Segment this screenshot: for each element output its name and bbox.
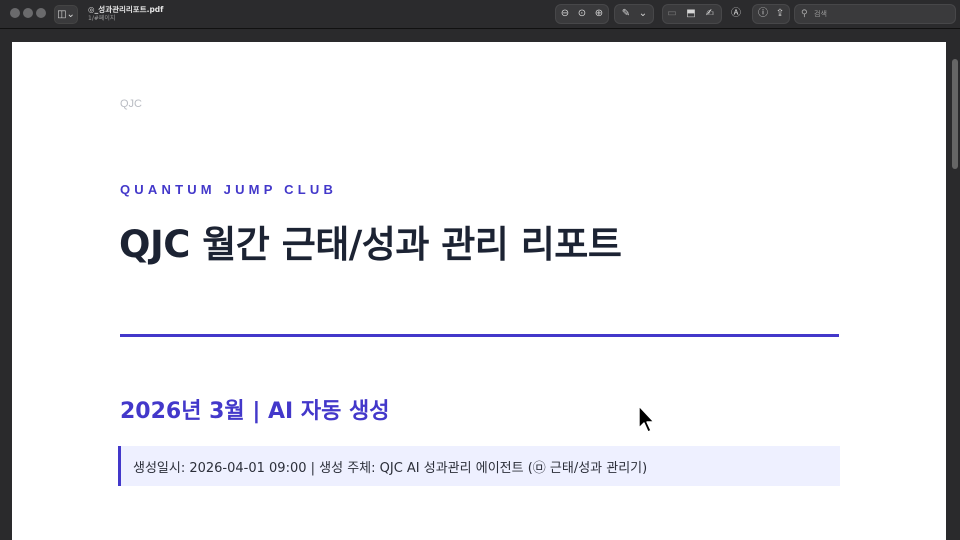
annotate-icon: Ⓐ xyxy=(731,8,741,19)
sign-icon[interactable]: ✍ xyxy=(702,5,718,23)
running-header: QJC xyxy=(120,98,142,110)
share-icon[interactable]: ⇪ xyxy=(772,5,788,23)
search-field[interactable]: ⚲ 검색 xyxy=(794,4,956,24)
zoom-in-icon[interactable]: ⊕ xyxy=(591,5,607,23)
search-placeholder: 검색 xyxy=(814,10,827,18)
sidebar-toggle-button[interactable]: ◫⌄ xyxy=(54,5,78,24)
preview-window: ◫⌄ ◎_성과관리리포트.pdf 1/#페이지 ⊖ ⊙ ⊕ ✎ ⌄ ▭ ⬒ ✍ … xyxy=(0,0,960,540)
zoom-controls: ⊖ ⊙ ⊕ xyxy=(555,4,609,24)
sidebar-icon: ◫⌄ xyxy=(57,9,75,20)
toolbar: ◫⌄ ◎_성과관리리포트.pdf 1/#페이지 ⊖ ⊙ ⊕ ✎ ⌄ ▭ ⬒ ✍ … xyxy=(0,0,960,29)
crop-icon[interactable]: ▭ xyxy=(664,5,680,23)
vertical-scrollbar[interactable] xyxy=(952,59,958,169)
zoom-window-button[interactable] xyxy=(36,8,46,18)
markup-pen-icon[interactable]: ✎ xyxy=(618,5,634,23)
document-title: QJC 월간 근태/성과 관리 리포트 xyxy=(119,223,622,266)
mouse-cursor-icon xyxy=(638,405,655,433)
info-share-controls: ⓘ ⇪ xyxy=(752,4,790,24)
callout-text: 생성일시: 2026-04-01 09:00 | 생성 주체: QJC AI 성… xyxy=(133,461,648,476)
edit-controls: ▭ ⬒ ✍ xyxy=(662,4,722,24)
club-eyebrow: QUANTUM JUMP CLUB xyxy=(120,182,338,197)
rotate-icon[interactable]: ⬒ xyxy=(683,5,699,23)
close-window-button[interactable] xyxy=(10,8,20,18)
info-icon[interactable]: ⓘ xyxy=(755,5,771,23)
document-canvas[interactable]: QJC QUANTUM JUMP CLUB QJC 월간 근태/성과 관리 리포… xyxy=(0,29,960,540)
search-icon: ⚲ xyxy=(801,9,808,19)
markup-controls: ✎ ⌄ xyxy=(614,4,654,24)
zoom-out-icon[interactable]: ⊖ xyxy=(557,5,573,23)
minimize-window-button[interactable] xyxy=(23,8,33,18)
pdf-page: QJC QUANTUM JUMP CLUB QJC 월간 근태/성과 관리 리포… xyxy=(12,42,946,540)
chevron-down-icon[interactable]: ⌄ xyxy=(635,5,651,23)
title-divider xyxy=(120,334,839,337)
window-subtitle: 1/#페이지 xyxy=(88,15,116,22)
generation-info-callout: 생성일시: 2026-04-01 09:00 | 생성 주체: QJC AI 성… xyxy=(118,446,840,486)
annotate-button[interactable]: Ⓐ xyxy=(728,5,744,22)
report-subtitle: 2026년 3월 | AI 자동 생성 xyxy=(120,399,390,424)
zoom-fit-icon[interactable]: ⊙ xyxy=(574,5,590,23)
